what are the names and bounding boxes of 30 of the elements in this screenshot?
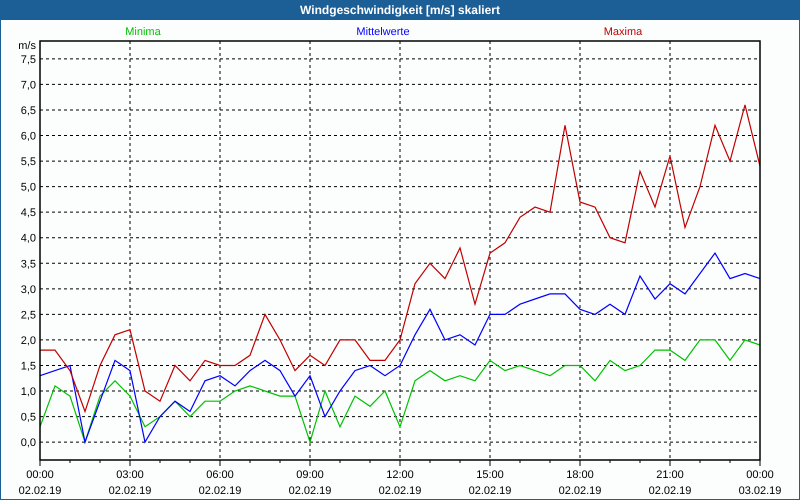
y-axis-label: 3,5 bbox=[20, 258, 36, 270]
y-axis-label: 4,5 bbox=[20, 207, 36, 220]
y-axis-label: 0,5 bbox=[20, 412, 36, 424]
y-axis-unit: m/s bbox=[18, 40, 36, 52]
y-axis-label: 5,0 bbox=[20, 182, 36, 194]
y-axis-label: 4,0 bbox=[20, 232, 36, 245]
y-axis-label: 0,0 bbox=[20, 437, 36, 450]
y-axis-label: 7,0 bbox=[20, 79, 36, 92]
legend-label: Mittelwerte bbox=[356, 26, 410, 38]
window-title: Windgeschwindigkeit [m/s] skaliert bbox=[299, 2, 501, 19]
x-axis-label: 00:00 02.02.19 bbox=[18, 469, 62, 497]
y-axis-label: 1,0 bbox=[20, 386, 36, 398]
y-axis-label: 2,0 bbox=[20, 334, 36, 347]
x-axis-label: 15:00 02.02.19 bbox=[468, 469, 512, 497]
x-axis-label: 03:00 02.02.19 bbox=[108, 469, 152, 497]
legend-label: Minima bbox=[125, 26, 161, 38]
y-axis-label: 3,0 bbox=[20, 284, 36, 296]
x-axis-label: 09:00 02.02.19 bbox=[288, 469, 332, 497]
x-axis-label: 21:00 02.02.19 bbox=[648, 469, 692, 497]
x-axis-label: 12:00 02.02.19 bbox=[378, 469, 422, 497]
y-axis-label: 1,5 bbox=[20, 360, 36, 372]
y-axis-label: 7,5 bbox=[20, 54, 36, 66]
y-axis-label: 6,5 bbox=[20, 104, 36, 117]
y-axis-label: 5,5 bbox=[20, 156, 36, 168]
y-axis-label: 2,5 bbox=[20, 309, 36, 322]
legend-label: Maxima bbox=[604, 26, 642, 38]
x-axis-label: 00:00 03.02.19 bbox=[738, 469, 782, 497]
x-axis-label: 18:00 02.02.19 bbox=[558, 469, 602, 497]
y-axis-label: 6,0 bbox=[20, 130, 36, 143]
x-axis-label: 06:00 02.02.19 bbox=[198, 469, 242, 497]
